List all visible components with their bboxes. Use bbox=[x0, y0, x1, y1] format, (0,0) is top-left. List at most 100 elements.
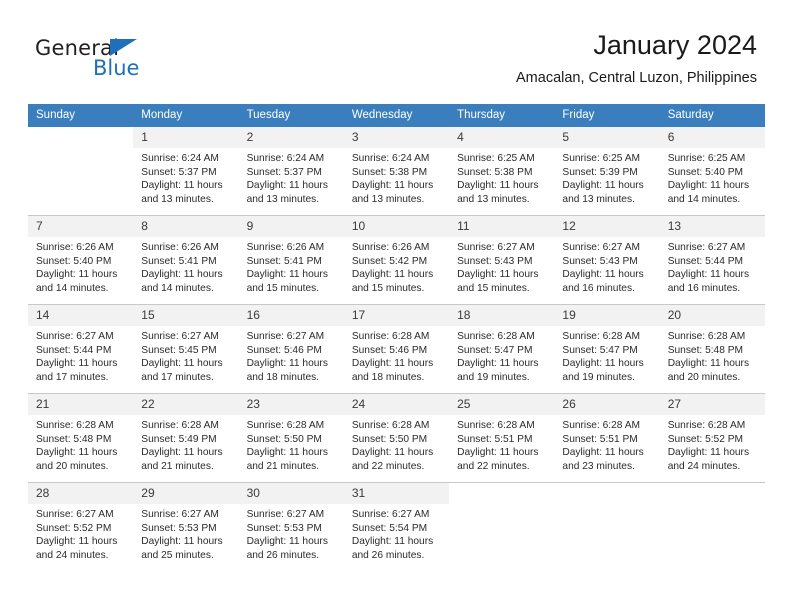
daylight-text-line1: Daylight: 11 hours bbox=[246, 536, 328, 548]
daylight-text-line1: Daylight: 11 hours bbox=[351, 269, 434, 281]
calendar-day-cell[interactable]: 23 Sunrise: 6:28 AM Sunset: 5:50 PM Dayl… bbox=[238, 393, 344, 483]
day-number: 24 bbox=[343, 394, 450, 415]
daylight-text-line1: Daylight: 11 hours bbox=[36, 536, 118, 548]
day-number: 10 bbox=[343, 216, 450, 237]
calendar-day-cell[interactable]: 5 Sunrise: 6:25 AM Sunset: 5:39 PM Dayli… bbox=[554, 127, 660, 216]
day-details: Sunrise: 6:27 AM Sunset: 5:43 PM Dayligh… bbox=[554, 237, 659, 295]
page-subtitle: Amacalan, Central Luzon, Philippines bbox=[516, 70, 757, 86]
sunset-text: Sunset: 5:40 PM bbox=[36, 255, 112, 267]
daylight-text-line1: Daylight: 11 hours bbox=[246, 269, 328, 281]
calendar-day-cell[interactable]: 13 Sunrise: 6:27 AM Sunset: 5:44 PM Dayl… bbox=[659, 215, 765, 305]
daylight-text-line2: and 14 minutes. bbox=[36, 282, 109, 294]
weekday-header-monday: Monday bbox=[133, 104, 239, 127]
sunset-text: Sunset: 5:49 PM bbox=[141, 433, 217, 445]
calendar-day-cell[interactable]: 7 Sunrise: 6:26 AM Sunset: 5:40 PM Dayli… bbox=[28, 215, 134, 305]
calendar-week-row: 1 Sunrise: 6:24 AM Sunset: 5:37 PM Dayli… bbox=[28, 127, 765, 216]
calendar-day-cell[interactable]: 14 Sunrise: 6:27 AM Sunset: 5:44 PM Dayl… bbox=[28, 304, 134, 394]
daylight-text-line1: Daylight: 11 hours bbox=[351, 358, 434, 370]
day-details: Sunrise: 6:27 AM Sunset: 5:54 PM Dayligh… bbox=[344, 504, 449, 562]
day-details: Sunrise: 6:24 AM Sunset: 5:37 PM Dayligh… bbox=[239, 148, 344, 206]
sunset-text: Sunset: 5:38 PM bbox=[457, 166, 533, 178]
calendar-day-cell[interactable]: 11 Sunrise: 6:27 AM Sunset: 5:43 PM Dayl… bbox=[449, 215, 555, 305]
calendar-day-cell[interactable]: 12 Sunrise: 6:27 AM Sunset: 5:43 PM Dayl… bbox=[554, 215, 660, 305]
general-blue-logo[interactable]: General Blue bbox=[35, 28, 255, 88]
calendar-day-cell[interactable]: 29 Sunrise: 6:27 AM Sunset: 5:53 PM Dayl… bbox=[133, 482, 239, 571]
calendar-day-cell[interactable]: 27 Sunrise: 6:28 AM Sunset: 5:52 PM Dayl… bbox=[659, 393, 765, 483]
calendar-day-cell[interactable]: 18 Sunrise: 6:28 AM Sunset: 5:47 PM Dayl… bbox=[449, 304, 555, 394]
calendar-day-cell[interactable]: 30 Sunrise: 6:27 AM Sunset: 5:53 PM Dayl… bbox=[238, 482, 344, 571]
daylight-text-line1: Daylight: 11 hours bbox=[562, 447, 644, 459]
daylight-text-line2: and 14 minutes. bbox=[141, 282, 214, 294]
day-details: Sunrise: 6:27 AM Sunset: 5:53 PM Dayligh… bbox=[239, 504, 344, 562]
weekday-header-thursday: Thursday bbox=[449, 104, 555, 127]
sunrise-text: Sunrise: 6:27 AM bbox=[351, 509, 430, 520]
calendar-day-cell bbox=[554, 482, 660, 571]
daylight-text-line1: Daylight: 11 hours bbox=[141, 269, 223, 281]
calendar-day-cell[interactable]: 4 Sunrise: 6:25 AM Sunset: 5:38 PM Dayli… bbox=[449, 127, 555, 216]
sunset-text: Sunset: 5:53 PM bbox=[141, 522, 217, 534]
sunset-text: Sunset: 5:45 PM bbox=[141, 344, 217, 356]
sunrise-text: Sunrise: 6:26 AM bbox=[141, 242, 219, 253]
sunset-text: Sunset: 5:38 PM bbox=[351, 166, 428, 178]
calendar-day-cell[interactable]: 2 Sunrise: 6:24 AM Sunset: 5:37 PM Dayli… bbox=[238, 127, 344, 216]
daylight-text-line2: and 15 minutes. bbox=[351, 282, 425, 294]
calendar-day-cell[interactable]: 28 Sunrise: 6:27 AM Sunset: 5:52 PM Dayl… bbox=[28, 482, 134, 571]
day-number: 31 bbox=[343, 483, 450, 504]
daylight-text-line2: and 20 minutes. bbox=[36, 460, 109, 472]
weekday-header-tuesday: Tuesday bbox=[238, 104, 344, 127]
day-details: Sunrise: 6:28 AM Sunset: 5:47 PM Dayligh… bbox=[554, 326, 659, 384]
sunset-text: Sunset: 5:37 PM bbox=[246, 166, 322, 178]
daylight-text-line2: and 13 minutes. bbox=[351, 193, 425, 205]
daylight-text-line1: Daylight: 11 hours bbox=[667, 269, 750, 281]
calendar-day-cell[interactable]: 6 Sunrise: 6:25 AM Sunset: 5:40 PM Dayli… bbox=[659, 127, 765, 216]
calendar-day-cell[interactable]: 8 Sunrise: 6:26 AM Sunset: 5:41 PM Dayli… bbox=[133, 215, 239, 305]
day-details: Sunrise: 6:26 AM Sunset: 5:41 PM Dayligh… bbox=[239, 237, 344, 295]
calendar-day-cell[interactable]: 21 Sunrise: 6:28 AM Sunset: 5:48 PM Dayl… bbox=[28, 393, 134, 483]
daylight-text-line2: and 22 minutes. bbox=[351, 460, 425, 472]
weekday-header-wednesday: Wednesday bbox=[343, 104, 450, 127]
day-number: 13 bbox=[659, 216, 765, 237]
calendar-day-cell[interactable]: 16 Sunrise: 6:27 AM Sunset: 5:46 PM Dayl… bbox=[238, 304, 344, 394]
day-details: Sunrise: 6:28 AM Sunset: 5:52 PM Dayligh… bbox=[660, 415, 765, 473]
day-details: Sunrise: 6:28 AM Sunset: 5:48 PM Dayligh… bbox=[660, 326, 765, 384]
weekday-header-sunday: Sunday bbox=[28, 104, 134, 127]
day-number: 15 bbox=[133, 305, 239, 326]
daylight-text-line2: and 18 minutes. bbox=[246, 371, 320, 383]
logo-text-blue: Blue bbox=[93, 56, 140, 80]
calendar-day-cell[interactable]: 10 Sunrise: 6:26 AM Sunset: 5:42 PM Dayl… bbox=[343, 215, 450, 305]
calendar-day-cell[interactable]: 20 Sunrise: 6:28 AM Sunset: 5:48 PM Dayl… bbox=[659, 304, 765, 394]
sunrise-text: Sunrise: 6:28 AM bbox=[141, 420, 219, 431]
sunrise-text: Sunrise: 6:24 AM bbox=[246, 153, 325, 164]
calendar-day-cell[interactable]: 15 Sunrise: 6:27 AM Sunset: 5:45 PM Dayl… bbox=[133, 304, 239, 394]
calendar-day-cell[interactable]: 22 Sunrise: 6:28 AM Sunset: 5:49 PM Dayl… bbox=[133, 393, 239, 483]
calendar-day-cell[interactable]: 1 Sunrise: 6:24 AM Sunset: 5:37 PM Dayli… bbox=[133, 127, 239, 216]
sunset-text: Sunset: 5:43 PM bbox=[562, 255, 638, 267]
sunrise-text: Sunrise: 6:28 AM bbox=[667, 420, 746, 431]
sunrise-text: Sunrise: 6:27 AM bbox=[562, 242, 640, 253]
calendar-day-cell[interactable]: 19 Sunrise: 6:28 AM Sunset: 5:47 PM Dayl… bbox=[554, 304, 660, 394]
sunset-text: Sunset: 5:42 PM bbox=[351, 255, 428, 267]
daylight-text-line2: and 13 minutes. bbox=[562, 193, 635, 205]
calendar-day-cell[interactable]: 26 Sunrise: 6:28 AM Sunset: 5:51 PM Dayl… bbox=[554, 393, 660, 483]
calendar-day-cell[interactable]: 31 Sunrise: 6:27 AM Sunset: 5:54 PM Dayl… bbox=[343, 482, 450, 571]
day-number: 8 bbox=[133, 216, 239, 237]
daylight-text-line2: and 23 minutes. bbox=[562, 460, 635, 472]
daylight-text-line1: Daylight: 11 hours bbox=[457, 447, 539, 459]
calendar-day-cell[interactable]: 3 Sunrise: 6:24 AM Sunset: 5:38 PM Dayli… bbox=[343, 127, 450, 216]
page-title: January 2024 bbox=[593, 30, 757, 60]
calendar-day-cell[interactable]: 17 Sunrise: 6:28 AM Sunset: 5:46 PM Dayl… bbox=[343, 304, 450, 394]
calendar-week-row: 21 Sunrise: 6:28 AM Sunset: 5:48 PM Dayl… bbox=[28, 393, 765, 483]
daylight-text-line1: Daylight: 11 hours bbox=[36, 269, 118, 281]
daylight-text-line2: and 26 minutes. bbox=[246, 549, 320, 561]
sunrise-text: Sunrise: 6:28 AM bbox=[667, 331, 746, 342]
calendar-day-cell[interactable]: 24 Sunrise: 6:28 AM Sunset: 5:50 PM Dayl… bbox=[343, 393, 450, 483]
sunrise-text: Sunrise: 6:27 AM bbox=[246, 509, 325, 520]
daylight-text-line1: Daylight: 11 hours bbox=[351, 180, 434, 192]
calendar-day-cell[interactable]: 9 Sunrise: 6:26 AM Sunset: 5:41 PM Dayli… bbox=[238, 215, 344, 305]
daylight-text-line1: Daylight: 11 hours bbox=[457, 269, 539, 281]
calendar-day-cell[interactable]: 25 Sunrise: 6:28 AM Sunset: 5:51 PM Dayl… bbox=[449, 393, 555, 483]
calendar-grid: Sunday Monday Tuesday Wednesday Thursday… bbox=[28, 104, 765, 571]
day-number: 14 bbox=[28, 305, 134, 326]
daylight-text-line1: Daylight: 11 hours bbox=[457, 180, 539, 192]
day-number: 18 bbox=[449, 305, 555, 326]
